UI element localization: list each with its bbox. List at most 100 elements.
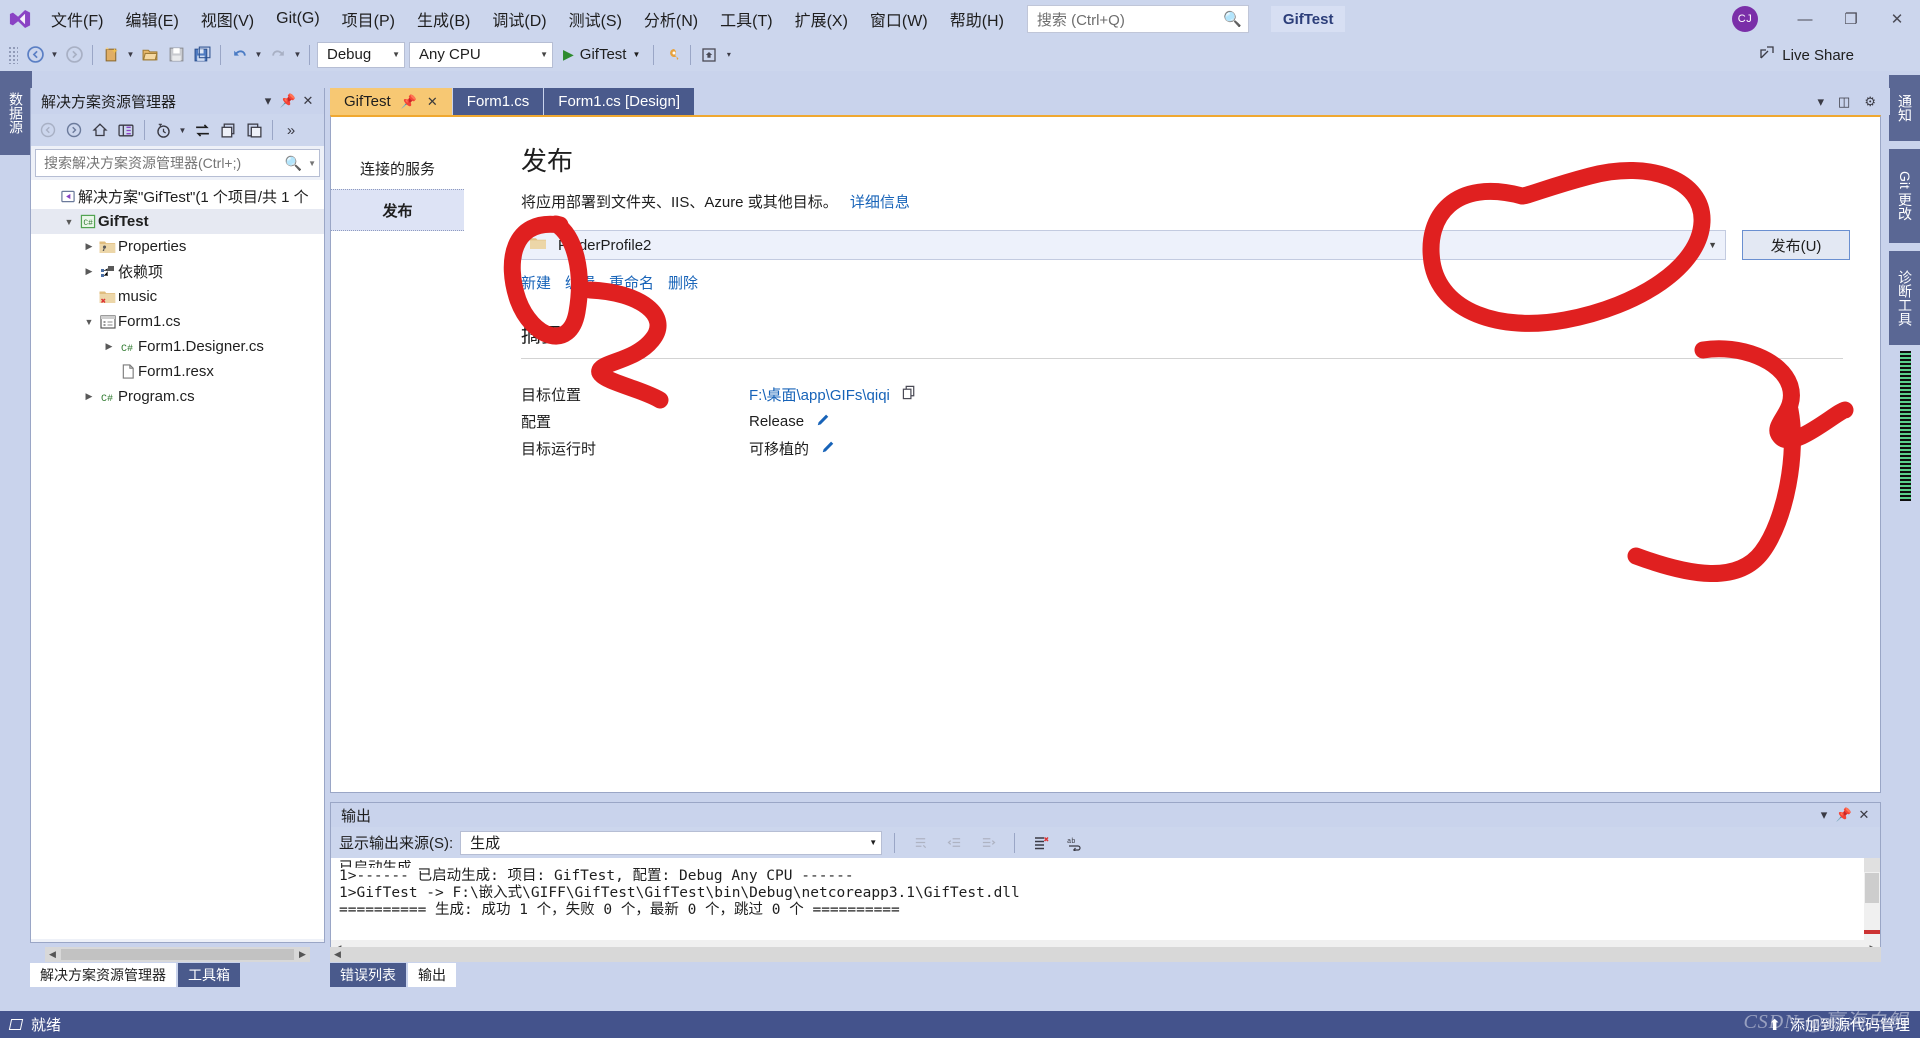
tree-item[interactable]: ▼ C# GifTest	[31, 209, 324, 234]
pin-icon[interactable]: 📌	[1834, 807, 1854, 823]
copy-icon[interactable]	[902, 385, 917, 404]
navigate-backward-dropdown-icon[interactable]: ▼	[48, 42, 61, 68]
chevron-down-icon[interactable]: ▼	[61, 217, 77, 227]
tree-item[interactable]: ▼ Form1.cs	[31, 309, 324, 334]
restore-button[interactable]: ❐	[1828, 0, 1874, 38]
chevron-down-icon[interactable]: ▼	[176, 117, 189, 143]
open-file-icon[interactable]	[137, 42, 163, 68]
redo-dropdown-icon[interactable]: ▼	[291, 42, 304, 68]
tree-item[interactable]: ▶ C# Form1.Designer.cs	[31, 334, 324, 359]
pin-icon[interactable]: 📌	[401, 94, 417, 110]
menu-item[interactable]: 分析(N)	[633, 0, 709, 38]
profile-action-link[interactable]: 新建	[521, 272, 551, 293]
chevron-right-icon[interactable]: ▶	[81, 391, 97, 402]
next-message-icon[interactable]	[975, 830, 1002, 855]
minimize-button[interactable]: —	[1782, 0, 1828, 38]
toolbar-grip[interactable]	[8, 45, 18, 64]
scroll-thumb[interactable]	[61, 949, 294, 960]
edit-pencil-icon[interactable]	[821, 440, 835, 457]
menu-item[interactable]: 窗口(W)	[859, 0, 939, 38]
profile-action-link[interactable]: 删除	[668, 272, 698, 293]
tree-item[interactable]: ▶ C# Program.cs	[31, 384, 324, 409]
publish-profile-combo[interactable]: FolderProfile2 ▼	[521, 230, 1726, 260]
refresh-icon[interactable]	[215, 117, 241, 143]
menu-item[interactable]: 生成(B)	[406, 0, 481, 38]
tree-item[interactable]: 解决方案"GifTest"(1 个项目/共 1 个	[31, 184, 324, 209]
document-tab[interactable]: Form1.cs [Design]	[544, 88, 695, 115]
close-icon[interactable]: ✕	[1854, 807, 1874, 823]
dock-tab[interactable]: 工具箱	[178, 963, 240, 987]
new-project-dropdown-icon[interactable]: ▼	[124, 42, 137, 68]
toolbar-overflow-icon[interactable]: ▾	[722, 42, 735, 68]
menu-item[interactable]: 扩展(X)	[784, 0, 859, 38]
close-button[interactable]: ✕	[1874, 0, 1920, 38]
more-info-link[interactable]: 详细信息	[850, 194, 910, 211]
sync-with-active-document-icon[interactable]	[189, 117, 215, 143]
chevron-down-icon[interactable]: ▾	[1814, 807, 1834, 823]
new-project-icon[interactable]	[98, 42, 124, 68]
menu-item[interactable]: 帮助(H)	[939, 0, 1015, 38]
document-tab[interactable]: Form1.cs	[452, 88, 545, 115]
publish-nav-item[interactable]: 连接的服务	[331, 147, 464, 189]
tree-item[interactable]: Form1.resx	[31, 359, 324, 384]
solution-explorer-search-input[interactable]: 搜索解决方案资源管理器(Ctrl+;) 🔍 ▼	[35, 149, 320, 177]
edit-pencil-icon[interactable]	[816, 413, 830, 430]
sidebar-item-git-changes[interactable]: Git 更改	[1889, 149, 1920, 243]
chevron-right-icon[interactable]: ▶	[101, 341, 117, 352]
save-icon[interactable]	[163, 42, 189, 68]
tree-item[interactable]: music	[31, 284, 324, 309]
output-dock-horizontal-scrollbar[interactable]: ◀	[330, 947, 1881, 962]
home-icon[interactable]	[87, 117, 113, 143]
pending-changes-icon[interactable]	[150, 117, 176, 143]
navigate-backward-icon[interactable]	[22, 42, 48, 68]
menu-item[interactable]: Git(G)	[265, 0, 331, 38]
chevron-down-icon[interactable]: ▼	[81, 317, 97, 327]
split-view-icon[interactable]: ◫	[1838, 94, 1850, 110]
back-icon[interactable]	[35, 117, 61, 143]
gear-icon[interactable]: ⚙	[1864, 94, 1876, 110]
sidebar-item-notifications[interactable]: 通知	[1889, 75, 1920, 141]
scroll-right-icon[interactable]: ▶	[295, 949, 310, 960]
menu-item[interactable]: 项目(P)	[331, 0, 406, 38]
clear-all-icon[interactable]	[1027, 830, 1054, 855]
chevron-right-icon[interactable]: ▶	[81, 241, 97, 252]
sidebar-item-diagnostic-tools[interactable]: 诊断工具	[1889, 251, 1920, 345]
chevron-down-icon[interactable]: ▼	[302, 159, 316, 168]
chevron-right-icon[interactable]: ▶	[81, 266, 97, 277]
menu-item[interactable]: 测试(S)	[558, 0, 633, 38]
solution-explorer-horizontal-scrollbar[interactable]: ◀ ▶	[45, 947, 310, 962]
summary-value[interactable]: F:\桌面\app\GIFs\qiqi	[749, 384, 890, 405]
close-icon[interactable]: ✕	[427, 94, 438, 110]
profile-action-link[interactable]: 重命名	[609, 272, 654, 293]
publish-button[interactable]: 发布(U)	[1742, 230, 1850, 260]
forward-icon[interactable]	[61, 117, 87, 143]
hot-reload-icon[interactable]	[659, 42, 685, 68]
toggle-word-wrap-icon[interactable]: ab	[1061, 830, 1088, 855]
menu-item[interactable]: 工具(T)	[709, 0, 783, 38]
live-preview-icon[interactable]	[696, 42, 722, 68]
close-icon[interactable]: ✕	[298, 93, 318, 109]
dock-tab[interactable]: 错误列表	[330, 963, 406, 987]
solution-configuration-combo[interactable]: Debug ▼	[317, 41, 405, 68]
dock-tab[interactable]: 解决方案资源管理器	[30, 963, 176, 987]
profile-action-link[interactable]: 编辑	[565, 272, 595, 293]
switch-views-icon[interactable]	[113, 117, 139, 143]
go-to-message-icon[interactable]	[907, 830, 934, 855]
pin-icon[interactable]: 📌	[278, 93, 298, 109]
undo-dropdown-icon[interactable]: ▼	[252, 42, 265, 68]
previous-message-icon[interactable]	[941, 830, 968, 855]
tab-list-icon[interactable]: ▾	[1818, 94, 1825, 110]
redo-icon[interactable]	[265, 42, 291, 68]
navigate-forward-icon[interactable]	[61, 42, 87, 68]
tree-item[interactable]: ▶ 依赖项	[31, 259, 324, 284]
publish-nav-item[interactable]: 发布	[331, 189, 464, 231]
start-debugging-button[interactable]: ▶ GifTest ▼	[555, 42, 648, 68]
avatar[interactable]: CJ	[1732, 6, 1758, 32]
sidebar-item-data-sources[interactable]: 数据源	[0, 71, 32, 155]
scroll-left-icon[interactable]: ◀	[45, 949, 60, 960]
menu-item[interactable]: 调试(D)	[481, 0, 557, 38]
toolbar-overflow-icon[interactable]: »	[278, 117, 304, 143]
tree-item[interactable]: ▶ Properties	[31, 234, 324, 259]
menu-item[interactable]: 编辑(E)	[114, 0, 189, 38]
active-project-chip[interactable]: GifTest	[1270, 6, 1346, 32]
